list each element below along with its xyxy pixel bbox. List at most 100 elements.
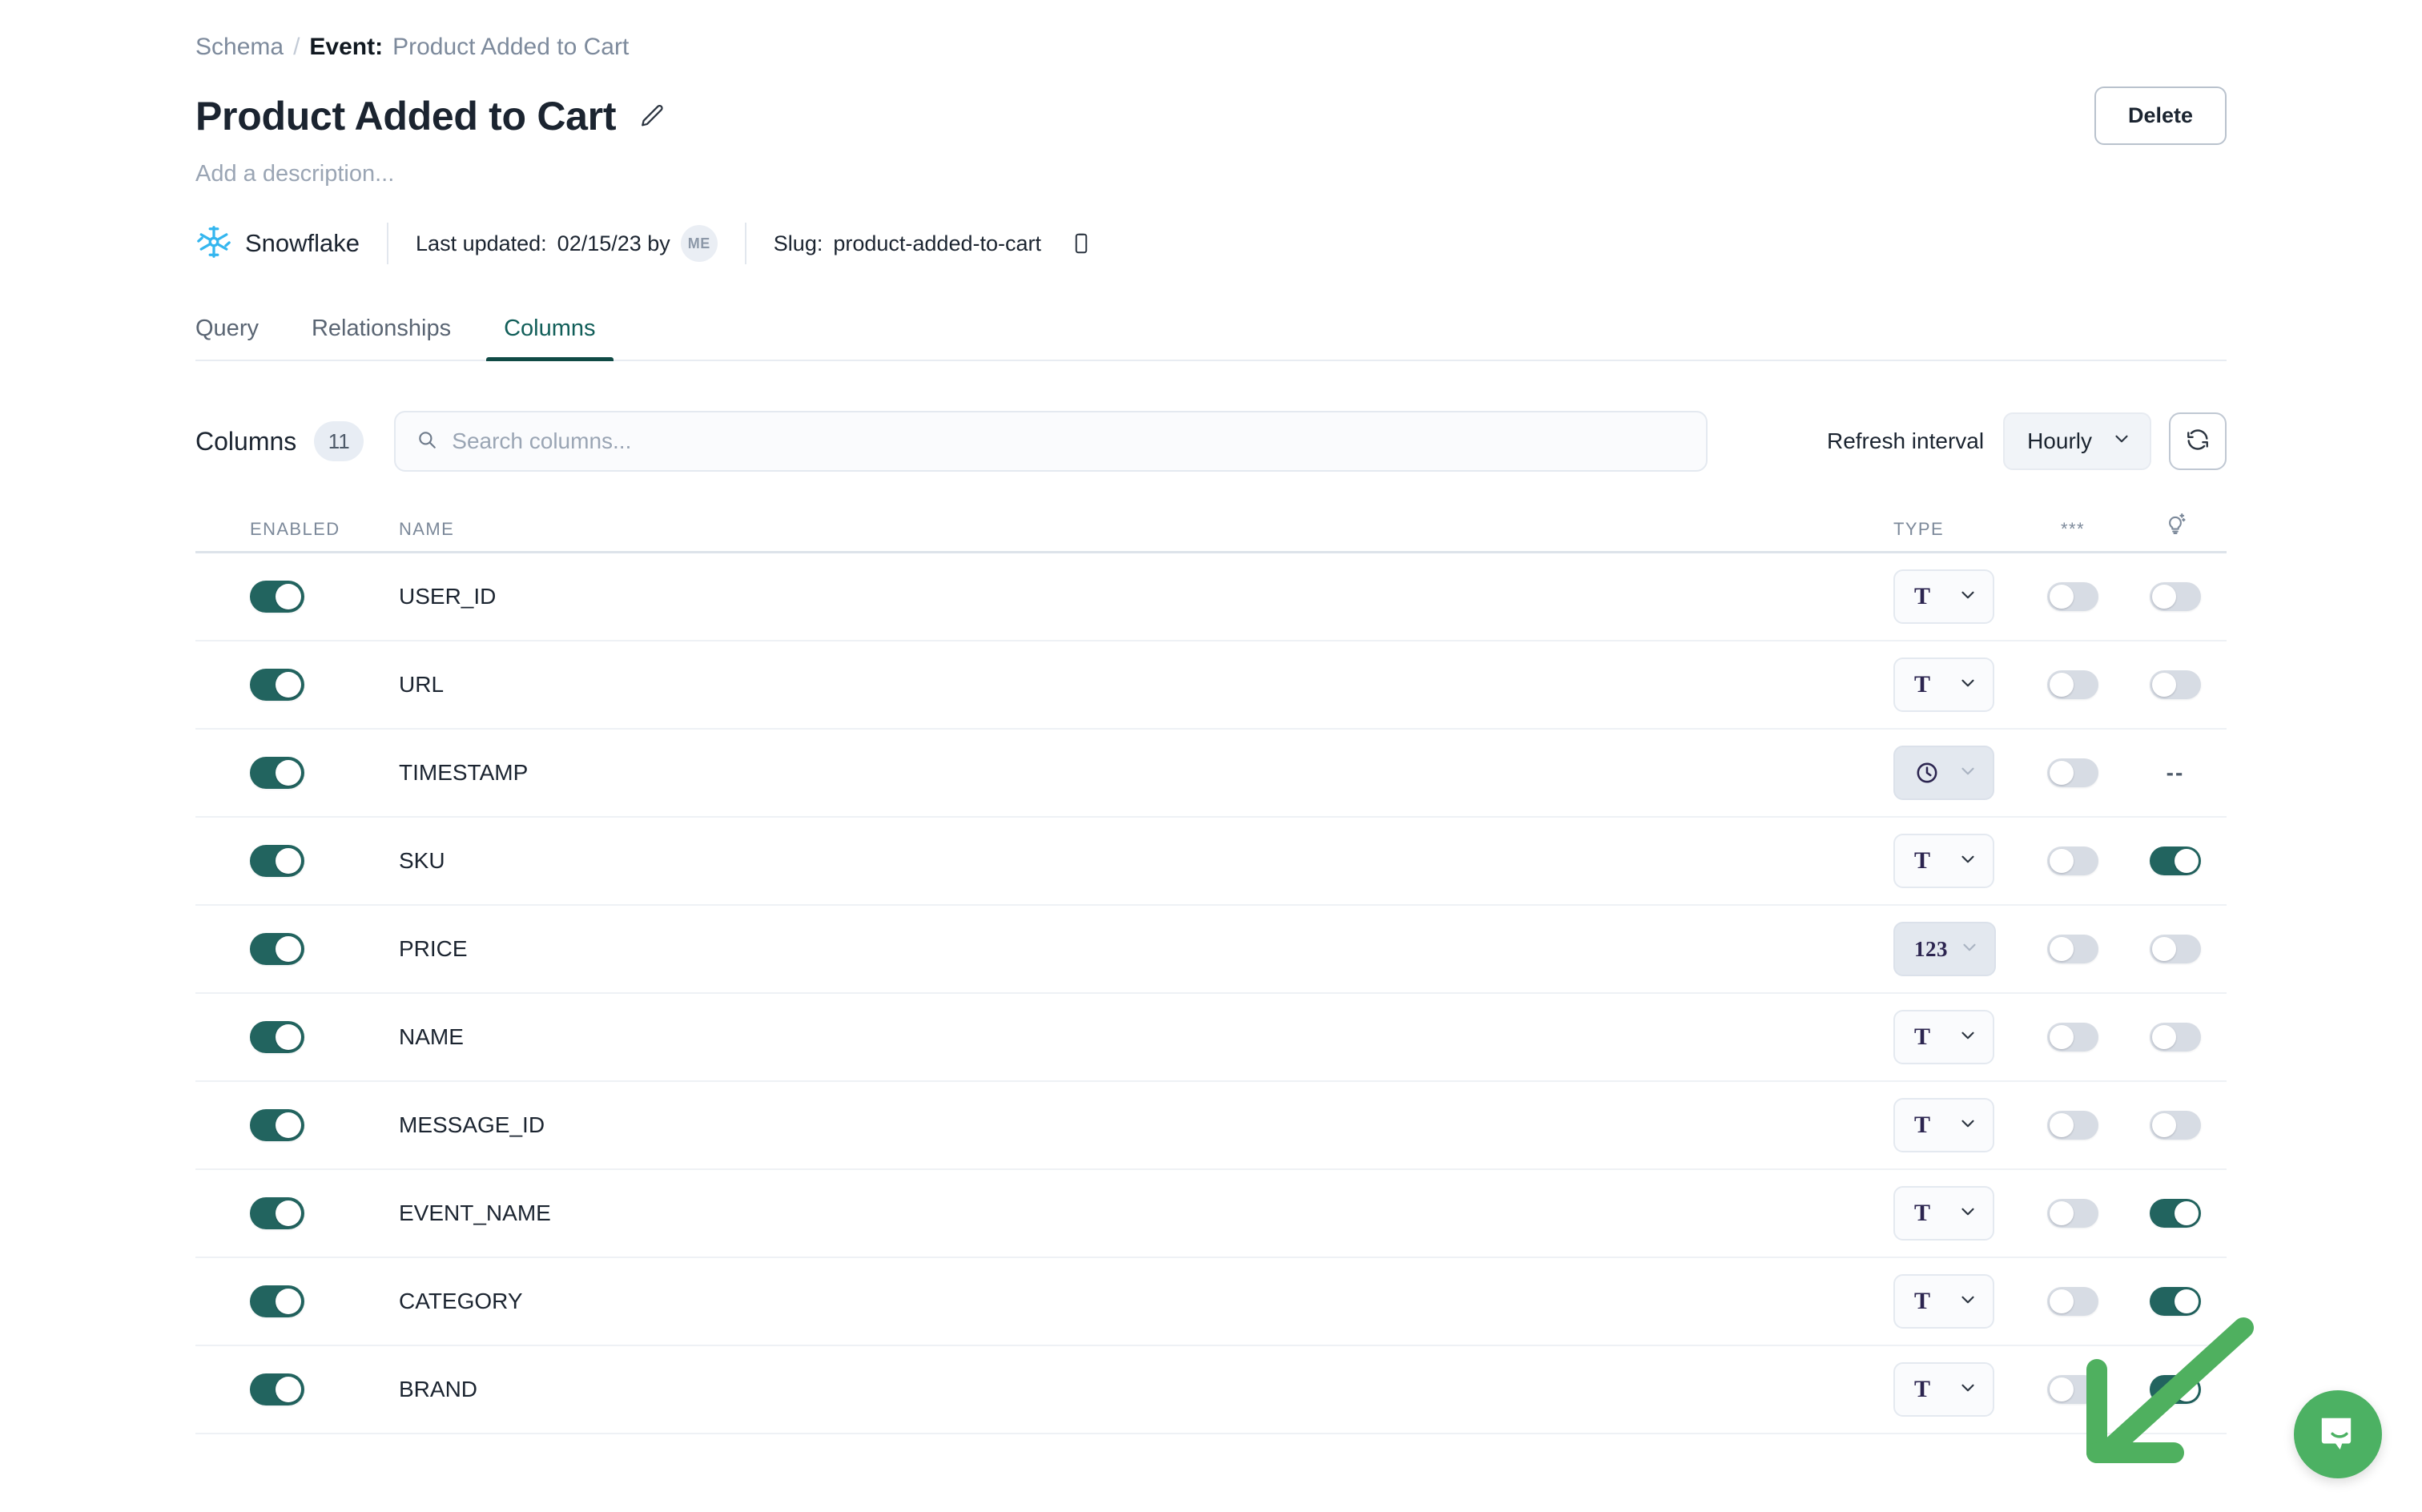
enabled-toggle[interactable]: [250, 845, 304, 877]
refresh-button[interactable]: [2169, 412, 2227, 470]
ai-toggle[interactable]: [2150, 582, 2201, 611]
avatar[interactable]: ME: [680, 225, 718, 262]
toggle-knob: [276, 936, 301, 962]
column-name: USER_ID: [399, 584, 497, 609]
tab-relationships[interactable]: Relationships: [294, 316, 469, 360]
cell-enabled: [195, 1021, 396, 1053]
enabled-toggle[interactable]: [250, 669, 304, 701]
pii-toggle[interactable]: [2047, 670, 2098, 699]
search-columns-field[interactable]: [394, 411, 1708, 472]
type-select[interactable]: T: [1893, 1362, 1994, 1417]
ai-toggle[interactable]: [2150, 670, 2201, 699]
header-lightbulb: [2124, 511, 2227, 540]
column-name: TIMESTAMP: [399, 760, 529, 785]
toggle-knob: [276, 848, 301, 874]
page-title: Product Added to Cart: [195, 93, 617, 139]
intercom-chat-button[interactable]: [2294, 1390, 2382, 1478]
cell-pii: [2022, 1111, 2124, 1140]
tab-columns[interactable]: Columns: [486, 316, 614, 361]
cell-ai: [2124, 1199, 2227, 1228]
toggle-knob: [2050, 1377, 2074, 1401]
table-row: USER_ID T: [195, 553, 2227, 641]
type-select[interactable]: T: [1893, 569, 1994, 624]
type-select[interactable]: T: [1893, 657, 1994, 712]
pii-toggle[interactable]: [2047, 1199, 2098, 1228]
chevron-down-icon: [2111, 428, 2132, 455]
enabled-toggle[interactable]: [250, 1285, 304, 1317]
column-name: MESSAGE_ID: [399, 1112, 545, 1137]
pii-toggle[interactable]: [2047, 1287, 2098, 1316]
toggle-knob: [2050, 1289, 2074, 1313]
source-badge: Snowflake: [195, 223, 360, 264]
pii-toggle[interactable]: [2047, 846, 2098, 875]
ai-toggle[interactable]: [2150, 1287, 2201, 1316]
cell-pii: [2022, 935, 2124, 963]
type-select[interactable]: T: [1893, 1010, 1994, 1064]
type-select[interactable]: 123: [1893, 922, 1996, 976]
clipboard-icon[interactable]: [1069, 231, 1093, 255]
ai-toggle[interactable]: [2150, 1375, 2201, 1404]
enabled-toggle[interactable]: [250, 581, 304, 613]
cell-ai: [2124, 935, 2227, 963]
ai-toggle[interactable]: [2150, 935, 2201, 963]
enabled-toggle[interactable]: [250, 1197, 304, 1229]
slug: Slug: product-added-to-cart: [774, 231, 1093, 256]
type-select[interactable]: T: [1893, 1186, 1994, 1241]
chevron-down-icon: [1957, 849, 1978, 874]
enabled-toggle[interactable]: [250, 757, 304, 789]
refresh-interval-select[interactable]: Hourly: [2003, 412, 2151, 470]
cell-enabled: [195, 669, 396, 701]
last-updated-value: 02/15/23 by: [557, 231, 670, 255]
pii-toggle[interactable]: [2047, 1375, 2098, 1404]
breadcrumb-separator: /: [293, 34, 300, 60]
text-type-glyph: T: [1914, 847, 1931, 874]
description-placeholder[interactable]: Add a description...: [195, 161, 2227, 187]
cell-enabled: [195, 757, 396, 789]
toggle-knob: [276, 1112, 301, 1138]
cell-ai: --: [2124, 760, 2227, 786]
pii-toggle[interactable]: [2047, 758, 2098, 787]
ai-toggle[interactable]: [2150, 846, 2201, 875]
ai-toggle[interactable]: [2150, 1023, 2201, 1052]
breadcrumb-schema-link[interactable]: Schema: [195, 34, 284, 61]
type-select[interactable]: T: [1893, 1274, 1994, 1329]
pii-toggle[interactable]: [2047, 935, 2098, 963]
table-row: PRICE 123: [195, 906, 2227, 994]
search-input[interactable]: [452, 428, 1686, 454]
tab-query[interactable]: Query: [178, 316, 276, 360]
enabled-toggle[interactable]: [250, 1373, 304, 1405]
delete-button[interactable]: Delete: [2094, 86, 2227, 145]
type-select[interactable]: T: [1893, 1098, 1994, 1152]
enabled-toggle[interactable]: [250, 933, 304, 965]
enabled-toggle[interactable]: [250, 1109, 304, 1141]
ai-toggle[interactable]: [2150, 1111, 2201, 1140]
page-root: Schema / Event: Product Added to Cart Pr…: [0, 0, 2422, 1512]
title-group: Product Added to Cart: [195, 93, 669, 139]
column-name: EVENT_NAME: [399, 1200, 551, 1225]
table-row: TIMESTAMP --: [195, 730, 2227, 818]
table-row: CATEGORY T: [195, 1258, 2227, 1346]
breadcrumb-event-label: Event:: [309, 34, 384, 60]
ai-toggle[interactable]: [2150, 1199, 2201, 1228]
pii-toggle[interactable]: [2047, 1111, 2098, 1140]
pii-toggle[interactable]: [2047, 582, 2098, 611]
type-select[interactable]: T: [1893, 834, 1994, 888]
header-name: NAME: [399, 519, 455, 539]
cell-pii: [2022, 1287, 2124, 1316]
chevron-down-icon: [1959, 937, 1980, 962]
toggle-knob: [2050, 937, 2074, 961]
lightbulb-sparkle-icon: [2163, 513, 2187, 539]
pencil-icon[interactable]: [637, 100, 669, 132]
pii-toggle[interactable]: [2047, 1023, 2098, 1052]
text-type-glyph: T: [1914, 1112, 1931, 1138]
slug-label: Slug:: [773, 231, 823, 255]
table-row: MESSAGE_ID T: [195, 1082, 2227, 1170]
toggle-knob: [276, 1024, 301, 1050]
meta-divider-2: [744, 223, 746, 264]
cell-pii: [2022, 1199, 2124, 1228]
cell-ai: [2124, 1375, 2227, 1404]
breadcrumb: Schema / Event: Product Added to Cart: [195, 0, 2227, 61]
cell-type: T: [1893, 1186, 2022, 1241]
enabled-toggle[interactable]: [250, 1021, 304, 1053]
type-select[interactable]: [1893, 746, 1994, 800]
